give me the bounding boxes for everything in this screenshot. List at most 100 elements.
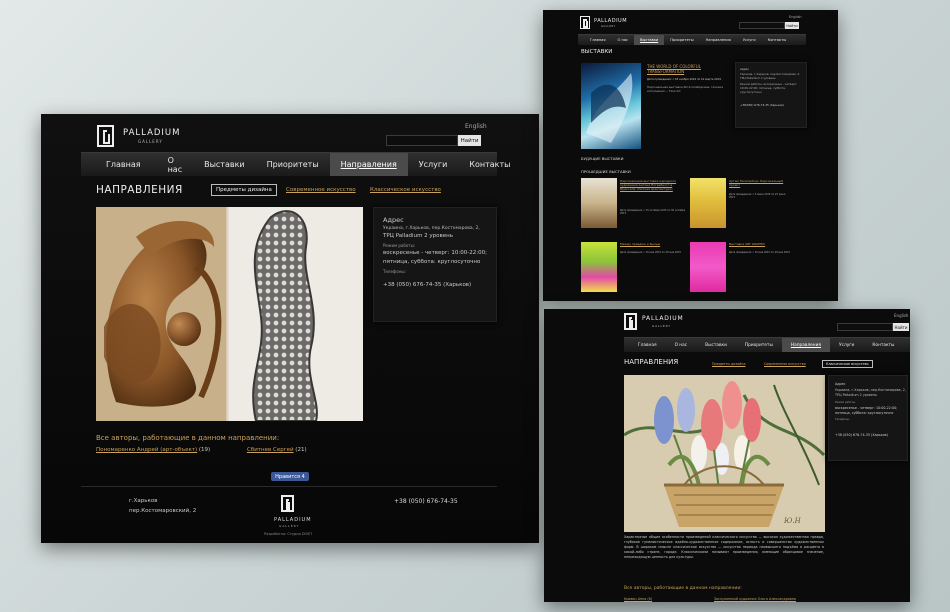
nav-item-home[interactable]: Главная (81, 153, 152, 176)
exhibition-thumb[interactable] (581, 242, 617, 292)
nav-item-priorities[interactable]: Приоритеты (256, 153, 330, 176)
phone-number[interactable]: +38 (050) 676-74-35 (Харьков) (835, 433, 888, 437)
main-nav: Главная О нас Выставки Приоритеты Направ… (624, 337, 910, 352)
hours-label: Режим работы: (835, 401, 856, 404)
nav-item-services[interactable]: Услуги (737, 38, 762, 42)
exhibition-thumb[interactable] (690, 178, 726, 228)
phone-number[interactable]: +38 (050) 676-74-35 (Харьков) (383, 282, 471, 288)
filter-design[interactable]: Предметы дизайна (211, 184, 277, 196)
exhibition-dates: Дата проведения: с 5 июня 2015 по 25 июн… (729, 193, 786, 200)
brand-name: PALLADIUM (123, 128, 181, 138)
exhibition-dates: Дата проведения: с 16 мая 2015 по 20 мая… (729, 251, 790, 254)
facebook-like-button[interactable]: Нравится 4 (271, 472, 309, 481)
page-title: НАПРАВЛЕНИЯ (624, 358, 679, 366)
exhibition-title-link[interactable]: Между правдою и былью (620, 242, 660, 246)
svg-text:Ю.Н: Ю.Н (783, 517, 802, 525)
future-heading: БУДУЩИЕ ВЫСТАВКИ (581, 156, 624, 161)
author-link[interactable]: Сбитнев Сергей (247, 447, 294, 453)
sculpture-illustration (96, 207, 363, 421)
nav-item-home[interactable]: Главная (578, 38, 612, 42)
lang-switch[interactable]: English (894, 313, 908, 318)
exhibition-title-link[interactable]: Выставка ART GRAPHIC (729, 242, 765, 246)
author-link[interactable]: Пономаренко Андрей (арт-объект) (96, 447, 197, 453)
authors-heading: Все авторы, работающие в данном направле… (624, 586, 742, 591)
author-link[interactable]: Кравец Анна (8) (624, 597, 652, 601)
exhibition-title-link[interactable]: Артем Пилипейчук Персональный проект (729, 179, 791, 187)
hours-label: Режим работы: (383, 243, 416, 248)
filter-classic[interactable]: Классическое искусство (370, 187, 441, 193)
nav-item-priorities[interactable]: Приоритеты (664, 38, 699, 42)
nav-item-exhibitions[interactable]: Выставки (193, 153, 256, 176)
exhibition-title-link[interactable]: Персональная выставка народного художник… (620, 179, 686, 191)
filter-modern[interactable]: Современное искусство (764, 362, 806, 366)
exhibition-dates: Дата проведения: с 15 октября 2015 по 30… (620, 209, 686, 216)
nav-item-about[interactable]: О нас (666, 343, 697, 348)
palladium-logo-icon[interactable] (580, 16, 590, 29)
nav-item-about[interactable]: О нас (152, 153, 194, 176)
artwork-image[interactable] (96, 207, 363, 421)
exhibition-thumb[interactable] (690, 242, 726, 292)
address-line1: Украина, г.Харьков, пер.Костомарова, 2, (383, 226, 480, 231)
author-count: (19) (198, 447, 211, 453)
search-input[interactable] (386, 135, 458, 146)
palladium-logo-icon[interactable] (97, 125, 114, 147)
address-label: Адрес (383, 216, 404, 224)
direction-description: Характерные общие особенности произведен… (624, 535, 824, 559)
exhibitions-screenshot: PALLADIUM GALLERY English Найти Главная … (543, 10, 838, 301)
exhibition-dates: Дата проведения: с 16 мая 2015 по 25 мая… (620, 251, 681, 254)
footer-phone[interactable]: +38 (050) 676-74-35 (394, 498, 458, 505)
nav-item-exhibitions[interactable]: Выставки (696, 343, 736, 348)
lang-switch[interactable]: English (465, 123, 487, 130)
nav-item-priorities[interactable]: Приоритеты (736, 343, 782, 348)
phone-number[interactable]: +38(050) 676-74-35 (Харьков) (740, 103, 784, 107)
filter-design[interactable]: Предметы дизайна (712, 362, 745, 366)
nav-item-home[interactable]: Главная (624, 343, 666, 348)
hours-line1: воскресенье - четверг: 10:00-22:00; (383, 250, 487, 256)
brand-sub: GALLERY (601, 25, 616, 28)
contact-sidebar: Адрес Украина, г.Харьков, пер.Костомаров… (828, 375, 908, 461)
artwork-image[interactable]: Ю.Н (624, 375, 825, 532)
footer-credit[interactable]: Разработка: Студия DIVET (264, 532, 312, 536)
search-bar: Найти (739, 22, 799, 29)
search-bar: Найти (386, 135, 481, 146)
search-button[interactable]: Найти (893, 323, 909, 331)
nav-item-directions[interactable]: Направления (781, 338, 830, 352)
author-item: Пономаренко Андрей (арт-объект) (19) (96, 447, 210, 453)
palladium-logo-icon[interactable] (624, 313, 637, 330)
page-title: НАПРАВЛЕНИЯ (96, 184, 183, 196)
hours-text: Режим работы: воскресенье - четверг: 10:… (740, 82, 798, 94)
filter-modern[interactable]: Современное искусство (286, 187, 356, 193)
brand-sub: GALLERY (138, 139, 163, 144)
nav-item-about[interactable]: О нас (612, 38, 635, 42)
address-text: Украина, г.Харьков, пер.Костомарова, 2, … (740, 72, 801, 80)
search-button[interactable]: Найти (458, 135, 481, 146)
author-item: Сбитнев Сергей (21) (247, 447, 307, 453)
nav-item-contacts[interactable]: Контакты (458, 153, 521, 176)
nav-item-directions[interactable]: Направления (700, 38, 737, 42)
page-title: ВЫСТАВКИ (581, 49, 613, 55)
featured-poster-image[interactable] (581, 63, 641, 149)
lang-switch[interactable]: English (789, 15, 802, 19)
author-link[interactable]: Заслуженный художник Ольга Александровна (714, 597, 796, 601)
brand-name: PALLADIUM (642, 315, 684, 322)
address-text: Украина, г.Харьков, пер.Костомарова, 2, … (835, 388, 906, 397)
search-button[interactable]: Найти (785, 22, 799, 29)
main-nav: Главная О нас Выставки Приоритеты Направ… (81, 152, 510, 176)
exhibition-thumb[interactable] (581, 178, 617, 228)
search-bar: Найти (837, 323, 909, 331)
footer-city: г.Харьков (129, 498, 158, 504)
search-input[interactable] (739, 22, 785, 29)
nav-item-directions[interactable]: Направления (329, 153, 408, 176)
footer-logo-icon[interactable] (281, 495, 294, 512)
main-screenshot: PALLADIUM GALLERY English Найти Главная … (41, 114, 539, 543)
nav-item-contacts[interactable]: Контакты (762, 38, 793, 42)
main-nav: Главная О нас Выставки Приоритеты Направ… (578, 34, 806, 45)
featured-title-link[interactable]: THE WORLD OF COLORFUL TRANSFORMATION (647, 64, 735, 74)
search-input[interactable] (837, 323, 893, 331)
nav-item-services[interactable]: Услуги (408, 153, 459, 176)
nav-item-services[interactable]: Услуги (830, 343, 863, 348)
nav-item-exhibitions[interactable]: Выставки (634, 35, 665, 45)
footer-street: пер.Костомаровский, 2 (129, 508, 197, 514)
filter-classic[interactable]: Классическое искусство (822, 360, 873, 368)
nav-item-contacts[interactable]: Контакты (863, 343, 903, 348)
